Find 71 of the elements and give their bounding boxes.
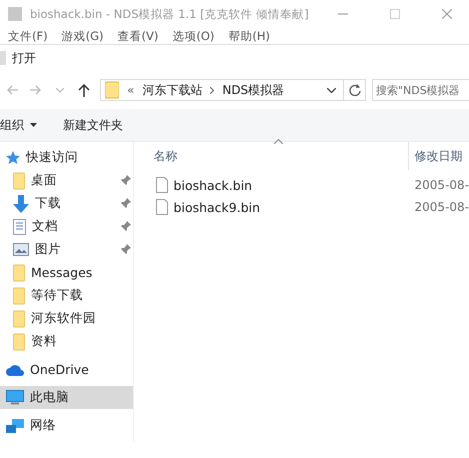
cloud-icon bbox=[6, 364, 24, 376]
nav-label: 文档 bbox=[32, 218, 58, 235]
folder-icon bbox=[13, 332, 25, 350]
refresh-icon bbox=[348, 84, 360, 96]
nav-item[interactable]: 资料 bbox=[0, 330, 133, 353]
dialog-title: 打开 bbox=[12, 50, 36, 66]
file-name[interactable]: bioshack9.bin bbox=[174, 200, 260, 214]
maximize-icon bbox=[390, 9, 400, 19]
search-field[interactable]: 搜索"NDS模拟器 bbox=[372, 79, 469, 101]
up-arrow-icon bbox=[78, 83, 90, 97]
chevron-down-icon bbox=[326, 88, 336, 92]
menu-item[interactable]: 帮助(H) bbox=[228, 28, 270, 44]
nav-item[interactable]: 快速访问 bbox=[0, 146, 133, 169]
close-icon bbox=[442, 9, 452, 19]
address-bar[interactable]: « 河东下载站 NDS模拟器 bbox=[100, 79, 366, 101]
nav-item[interactable]: 下载 bbox=[0, 192, 133, 215]
nav-label: OneDrive bbox=[30, 362, 89, 377]
column-header[interactable]: 名称 bbox=[154, 148, 408, 164]
column-header[interactable]: 修改日期 bbox=[414, 148, 463, 164]
sort-caret-icon bbox=[274, 139, 283, 144]
nav-item[interactable]: 文档 bbox=[0, 215, 133, 238]
nav-label: 河东软件园 bbox=[31, 310, 96, 327]
folder-icon bbox=[13, 264, 25, 282]
folder-icon bbox=[13, 172, 25, 190]
network-icon bbox=[6, 418, 24, 432]
nav-label: 桌面 bbox=[31, 172, 57, 189]
menu-item[interactable]: 文件(F) bbox=[8, 28, 48, 44]
nav-label: 图片 bbox=[35, 241, 61, 258]
nav-item[interactable]: 河东软件园 bbox=[0, 307, 133, 330]
nav-item[interactable]: 此电脑 bbox=[0, 386, 133, 409]
back-arrow-icon bbox=[6, 84, 18, 96]
nav-label: 资料 bbox=[31, 333, 57, 350]
caret-down-icon bbox=[30, 123, 37, 127]
folder-icon bbox=[105, 81, 119, 99]
chevron-right-icon bbox=[210, 86, 214, 94]
chevron-down-icon bbox=[56, 88, 64, 92]
nav-item[interactable]: 桌面 bbox=[0, 169, 133, 192]
picture-icon bbox=[13, 243, 29, 256]
app-icon bbox=[8, 7, 22, 21]
star-icon bbox=[6, 150, 20, 164]
document-icon bbox=[13, 218, 26, 234]
nav-item[interactable]: 等待下载 bbox=[0, 284, 133, 307]
modified-date: 2005-08- bbox=[414, 200, 469, 214]
file-icon bbox=[156, 177, 168, 193]
new-folder-button[interactable]: 新建文件夹 bbox=[63, 116, 123, 134]
nav-label: 下载 bbox=[35, 195, 61, 212]
nav-label: 网络 bbox=[30, 417, 56, 434]
breadcrumb[interactable]: 河东下载站 bbox=[142, 82, 202, 98]
nav-label: Messages bbox=[31, 265, 92, 280]
menu-item[interactable]: 选项(O) bbox=[172, 28, 214, 44]
file-icon bbox=[156, 199, 168, 215]
menu-item[interactable]: 游戏(G) bbox=[62, 28, 104, 44]
window-title: bioshack.bin - NDS模拟器 1.1 [克克软件 倾情奉献] bbox=[30, 6, 310, 22]
nav-label: 等待下载 bbox=[31, 287, 83, 304]
organize-menu[interactable]: 组织 bbox=[0, 116, 37, 134]
nav-item[interactable]: OneDrive bbox=[0, 358, 133, 381]
breadcrumb[interactable]: NDS模拟器 bbox=[222, 82, 284, 98]
nav-item[interactable]: 网络 bbox=[0, 414, 133, 437]
folder-icon bbox=[13, 286, 25, 304]
overflow-chevron[interactable]: « bbox=[127, 83, 134, 97]
forward-arrow-icon bbox=[30, 84, 42, 96]
modified-date: 2005-08- bbox=[414, 178, 469, 192]
menu-item[interactable]: 查看(V) bbox=[117, 28, 158, 44]
folder-icon bbox=[13, 310, 25, 328]
nav-label: 快速访问 bbox=[26, 149, 78, 166]
monitor-icon bbox=[6, 390, 24, 405]
nav-label: 此电脑 bbox=[30, 389, 69, 406]
down-arrow-icon bbox=[13, 194, 29, 212]
nav-item[interactable]: Messages bbox=[0, 261, 133, 284]
nav-item[interactable]: 图片 bbox=[0, 238, 133, 261]
file-name[interactable]: bioshack.bin bbox=[174, 178, 252, 192]
